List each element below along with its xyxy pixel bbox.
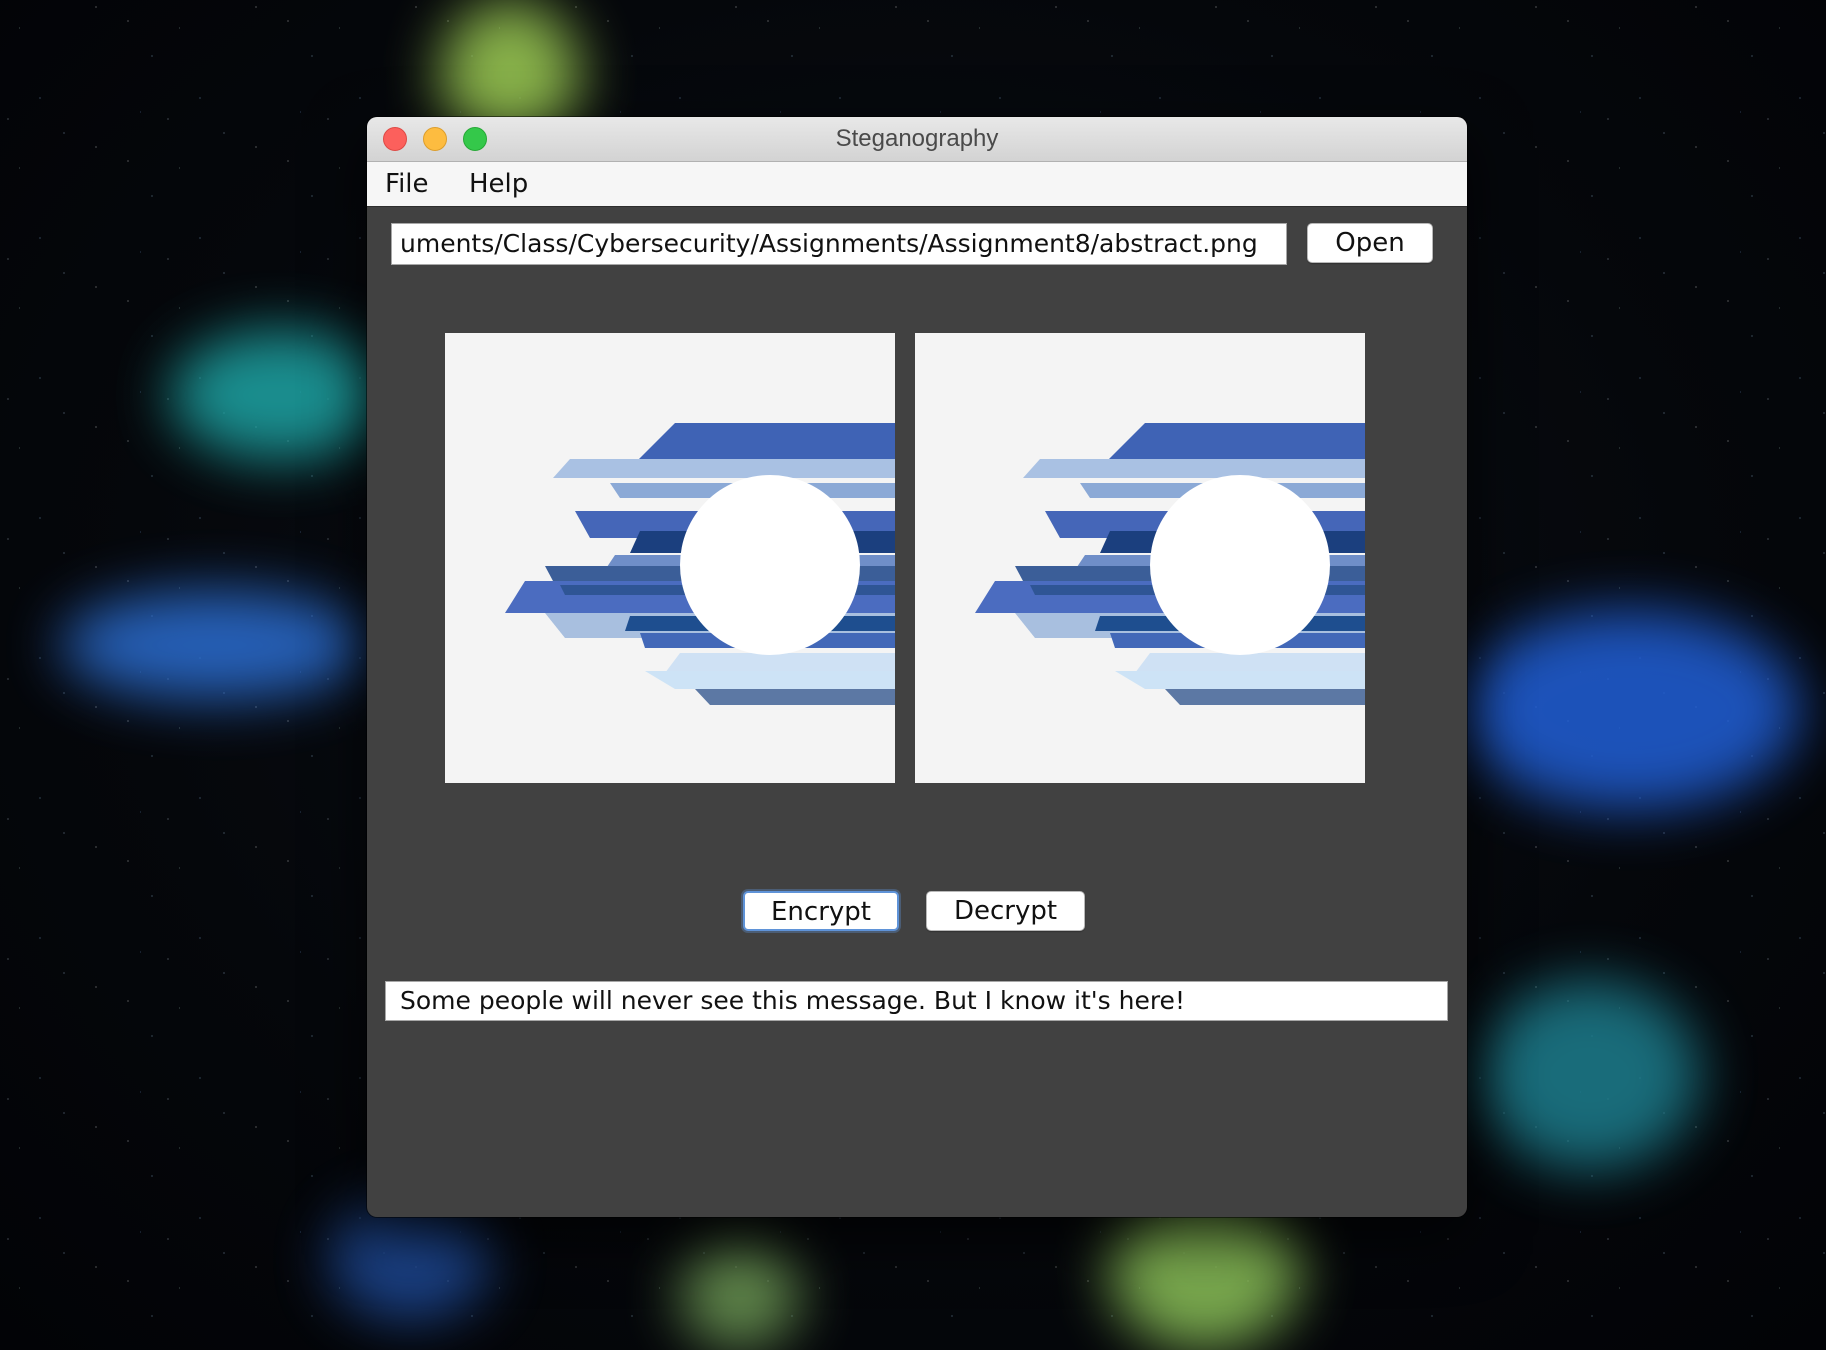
menu-file[interactable]: File	[385, 162, 429, 206]
blue-smoke-left	[60, 590, 370, 700]
open-button[interactable]: Open	[1307, 223, 1433, 263]
decrypt-button[interactable]: Decrypt	[926, 891, 1085, 931]
window-title: Steganography	[835, 125, 999, 152]
message-field[interactable]: Some people will never see this message.…	[385, 981, 1448, 1021]
green-smoke-bottom-left	[680, 1240, 800, 1350]
encrypt-button[interactable]: Encrypt	[743, 891, 899, 931]
encoded-image-panel	[915, 333, 1365, 783]
menu-help[interactable]: Help	[469, 162, 528, 206]
teal-smoke-right	[1480, 980, 1700, 1170]
file-path-field[interactable]: uments/Class/Cybersecurity/Assignments/A…	[391, 223, 1287, 265]
steganography-window: Steganography File Help uments/Class/Cyb…	[367, 117, 1467, 1217]
original-image-panel	[445, 333, 895, 783]
abstract-blue-stripes-circle-icon	[445, 333, 895, 783]
menu-bar: File Help	[367, 162, 1467, 207]
blue-smoke-right	[1460, 610, 1800, 810]
teal-smoke-left	[170, 330, 390, 460]
blue-smoke-bottom-left	[330, 1200, 490, 1320]
file-path-value: uments/Class/Cybersecurity/Assignments/A…	[400, 229, 1258, 258]
abstract-blue-stripes-circle-icon	[915, 333, 1365, 783]
title-bar[interactable]: Steganography	[367, 117, 1467, 162]
